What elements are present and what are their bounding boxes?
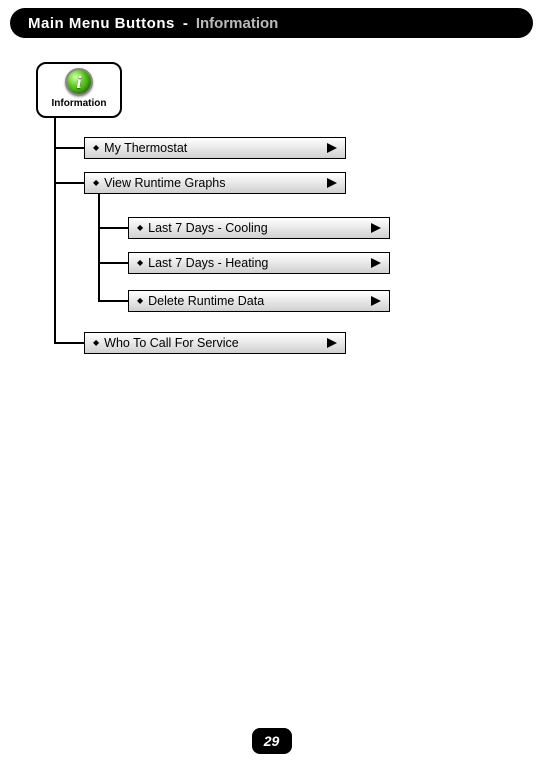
page-number: 29 [264, 733, 280, 749]
menu-label: Last 7 Days - Heating [148, 256, 268, 270]
header-bar: Main Menu Buttons - Information [10, 8, 533, 38]
tree-line [54, 182, 84, 184]
tree-line [54, 342, 84, 344]
chevron-right-icon [325, 142, 339, 154]
tree-line [98, 262, 128, 264]
information-root-node: i Information [36, 62, 122, 118]
bullet-icon: ◆ [137, 259, 143, 267]
menu-item-last7-cooling[interactable]: ◆ Last 7 Days - Cooling [128, 217, 390, 239]
chevron-right-icon [325, 177, 339, 189]
menu-item-view-runtime-graphs[interactable]: ◆ View Runtime Graphs [84, 172, 346, 194]
chevron-right-icon [369, 295, 383, 307]
tree-line [98, 300, 128, 302]
bullet-icon: ◆ [93, 144, 99, 152]
tree-line [54, 147, 84, 149]
menu-label: Last 7 Days - Cooling [148, 221, 268, 235]
menu-label: Who To Call For Service [104, 336, 239, 350]
tree-line [98, 194, 100, 302]
header-title-light: Information [196, 15, 279, 32]
menu-label: My Thermostat [104, 141, 187, 155]
menu-label: Delete Runtime Data [148, 294, 264, 308]
tree-line [54, 118, 56, 344]
page-number-badge: 29 [252, 728, 292, 754]
bullet-icon: ◆ [137, 297, 143, 305]
bullet-icon: ◆ [137, 224, 143, 232]
chevron-right-icon [369, 222, 383, 234]
tree-line [98, 227, 128, 229]
menu-item-who-to-call[interactable]: ◆ Who To Call For Service [84, 332, 346, 354]
menu-item-last7-heating[interactable]: ◆ Last 7 Days - Heating [128, 252, 390, 274]
menu-label: View Runtime Graphs [104, 176, 225, 190]
header-title-bold: Main Menu Buttons [28, 15, 175, 32]
menu-item-delete-runtime-data[interactable]: ◆ Delete Runtime Data [128, 290, 390, 312]
bullet-icon: ◆ [93, 339, 99, 347]
header-separator: - [183, 15, 188, 32]
menu-item-my-thermostat[interactable]: ◆ My Thermostat [84, 137, 346, 159]
information-icon: i [65, 68, 93, 96]
information-root-label: Information [38, 98, 120, 109]
menu-tree: i Information ◆ My Thermostat ◆ View Run… [36, 62, 496, 382]
bullet-icon: ◆ [93, 179, 99, 187]
chevron-right-icon [325, 337, 339, 349]
chevron-right-icon [369, 257, 383, 269]
